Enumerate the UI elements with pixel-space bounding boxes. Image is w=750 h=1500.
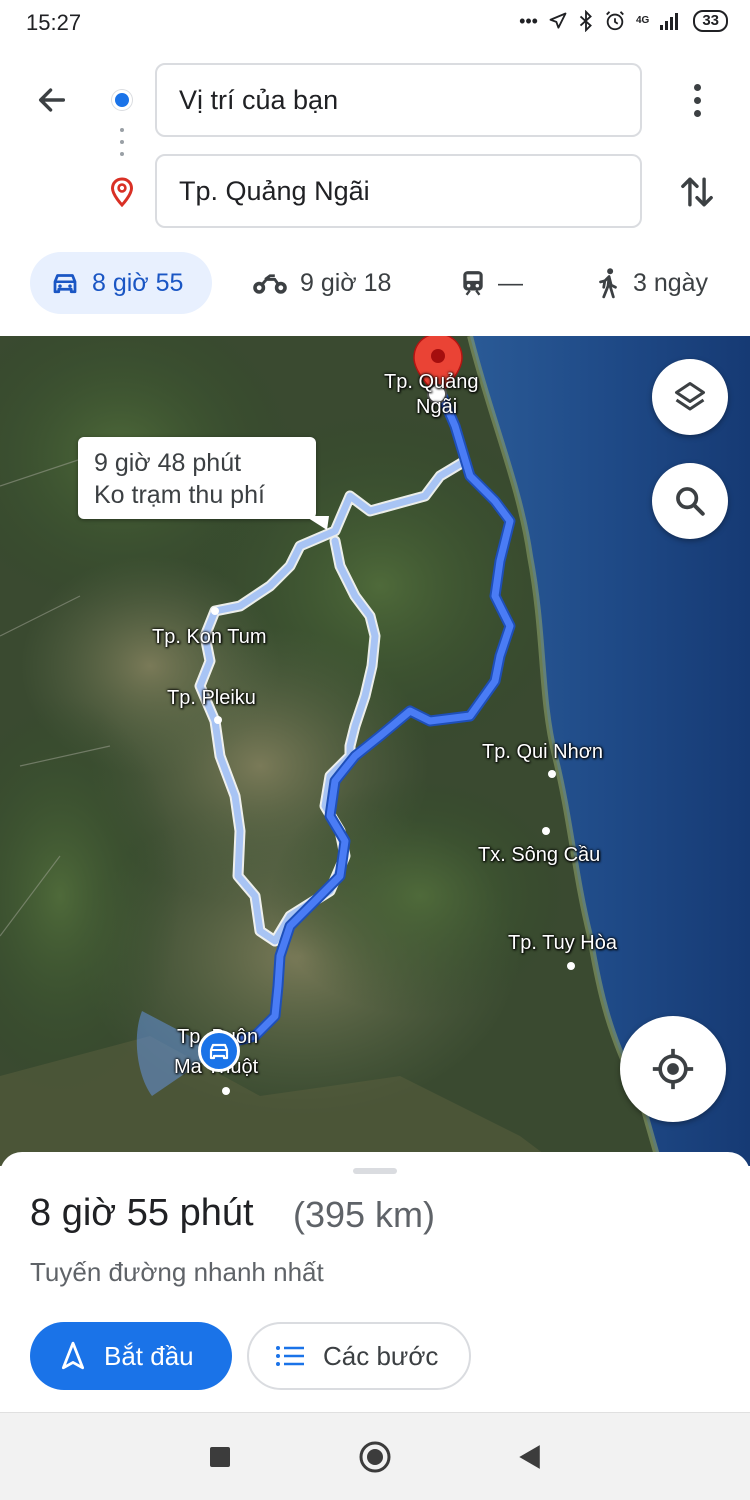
route-summary-sheet[interactable]: 8 giờ 55 phút (395 km) Tuyến đường nhanh… [0,1152,750,1412]
current-location-marker [198,1030,240,1072]
square-icon [210,1447,230,1467]
map-label-pleiku: Tp. Pleiku [167,687,256,709]
network-type: 4G [635,15,650,26]
origin-input[interactable]: Vị trí của bạn [155,63,642,137]
start-label: Bắt đầu [104,1340,194,1371]
origin-dot-icon [112,90,132,110]
tab-walk-label: 3 ngày [633,268,709,297]
arrow-back-icon [38,88,66,112]
callout-tail [305,516,329,530]
map-view[interactable]: Tp. Quảng Ngãi Tp. Kon Tum Tp. Pleiku Tp… [0,336,750,1166]
navigation-arrow-icon [61,1341,85,1370]
triangle-back-icon [519,1445,540,1469]
tab-transit-label: — [498,268,523,297]
route-connector-dots [120,128,124,164]
walk-icon [599,268,617,299]
tab-motorbike[interactable]: 9 giờ 18 [252,252,391,314]
circle-icon [359,1441,391,1473]
status-time: 15:27 [26,10,82,35]
train-icon [463,271,483,296]
map-search-button[interactable] [652,463,728,539]
list-icon [276,1346,304,1366]
layers-button[interactable] [652,359,728,435]
signal-icon [660,13,679,30]
alternate-route-callout[interactable]: 9 giờ 48 phút Ko trạm thu phí [78,437,316,519]
battery-icon: 33 [693,10,728,32]
callout-note: Ko trạm thu phí [94,481,265,509]
search-icon [676,487,705,516]
location-arrow-icon [549,12,567,29]
map-label-quang-ngai: Tp. Quảng [384,371,479,393]
back-nav-button[interactable] [507,1435,551,1479]
recents-button[interactable] [198,1435,242,1479]
swap-vertical-icon [681,177,713,207]
layers-icon [675,382,705,411]
map-label-tuy-hoa: Tp. Tuy Hòa [508,932,617,954]
route-distance: (395 km) [293,1194,436,1235]
motorbike-icon [253,274,287,294]
steps-label: Các bước [323,1340,439,1371]
route-note: Tuyến đường nhanh nhất [30,1257,324,1287]
car-icon [209,1043,229,1060]
alarm-icon [606,11,624,31]
back-button[interactable] [30,78,74,122]
tab-car[interactable]: 8 giờ 55 [30,252,212,314]
callout-duration: 9 giờ 48 phút [94,449,242,477]
status-icons: ••• 4G 33 [519,10,728,32]
sheet-drag-handle[interactable] [353,1168,397,1174]
crosshair-icon [652,1048,694,1090]
route-duration: 8 giờ 55 phút [30,1192,254,1234]
map-label-qui-nhon: Tp. Qui Nhơn [482,741,603,763]
tab-motorbike-label: 9 giờ 18 [300,268,392,297]
destination-pin-icon [110,177,134,212]
car-icon [53,274,77,294]
tab-car-label: 8 giờ 55 [92,268,184,297]
system-nav-bar [0,1412,750,1500]
more-dots-icon: ••• [519,10,538,31]
more-options-button[interactable] [680,80,714,120]
destination-input[interactable]: Tp. Quảng Ngãi [155,154,642,228]
travel-mode-tabs: 8 giờ 55 9 giờ 18 — 3 ngày [0,250,750,316]
map-label-song-cau: Tx. Sông Cầu [478,844,601,866]
status-bar: 15:27 ••• 4G 33 [0,0,750,46]
my-location-button[interactable] [620,1016,726,1122]
tab-walk[interactable]: 3 ngày [595,252,708,314]
swap-button[interactable] [672,170,722,214]
start-navigation-button[interactable]: Bắt đầu [30,1322,232,1390]
steps-button[interactable]: Các bước [247,1322,471,1390]
map-label-kon-tum: Tp. Kon Tum [152,626,267,648]
home-button[interactable] [353,1435,397,1479]
tab-transit[interactable]: — [460,252,523,314]
bluetooth-icon [579,10,592,32]
map-label-quang-ngai-2: Ngãi [416,396,458,418]
